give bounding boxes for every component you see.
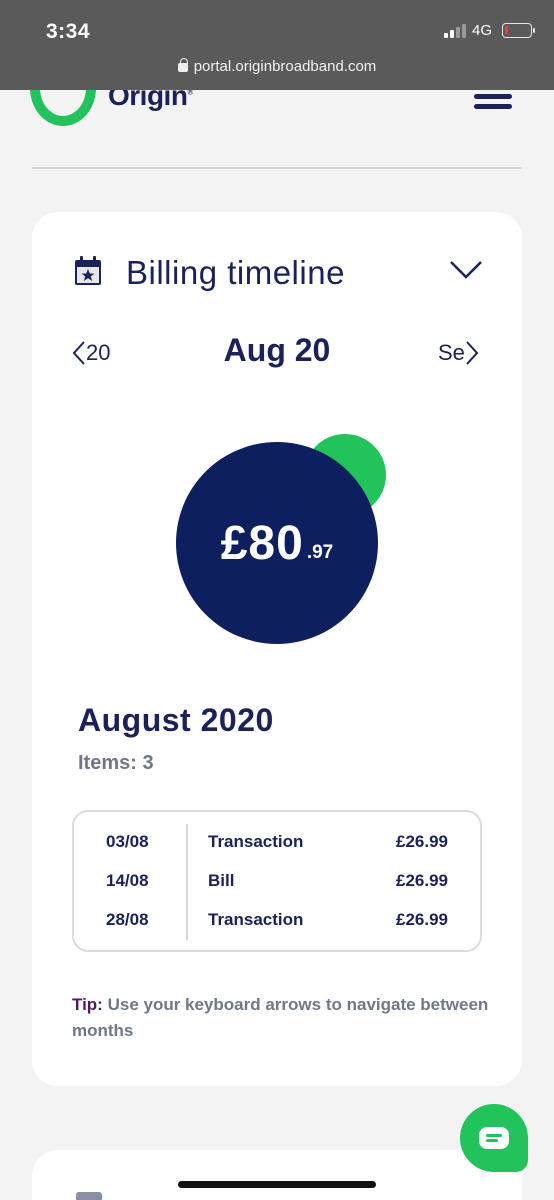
- next-month-label: Se: [438, 340, 465, 365]
- status-indicators: 4G: [443, 22, 535, 39]
- table-row[interactable]: 14/08 Bill £26.99: [74, 871, 480, 901]
- table-row[interactable]: 28/08 Transaction £26.99: [74, 910, 480, 940]
- address-bar[interactable]: portal.originbroadband.com: [0, 58, 554, 75]
- menu-icon-bar: [474, 94, 512, 99]
- tx-type: Bill: [208, 871, 235, 890]
- tx-amount: £26.99: [396, 832, 448, 851]
- tip-text: Use your keyboard arrows to navigate bet…: [72, 995, 489, 1040]
- tx-type: Transaction: [208, 910, 304, 929]
- amount-pounds: £80: [220, 516, 304, 570]
- tx-amount: £26.99: [396, 871, 448, 890]
- document-icon: [76, 1192, 102, 1200]
- next-month-button[interactable]: Se: [438, 340, 479, 366]
- signal-icon: [443, 23, 466, 38]
- table-row[interactable]: 03/08 Transaction £26.99: [74, 832, 480, 862]
- next-card: [32, 1150, 522, 1200]
- lock-icon: [177, 58, 188, 72]
- navigation-tip: Tip: Use your keyboard arrows to navigat…: [72, 992, 492, 1044]
- chat-button[interactable]: [460, 1104, 528, 1172]
- tx-date: 03/08: [106, 832, 149, 851]
- network-type: 4G: [471, 22, 492, 39]
- battery-icon: [502, 23, 535, 38]
- tx-type: Transaction: [208, 832, 304, 851]
- tx-date: 28/08: [106, 910, 149, 929]
- header-divider: [32, 167, 522, 169]
- calendar-star-icon: [75, 256, 101, 285]
- chat-icon: [479, 1127, 509, 1149]
- tip-label: Tip:: [72, 995, 103, 1014]
- chevron-down-icon[interactable]: [448, 258, 484, 282]
- url-text: portal.originbroadband.com: [193, 58, 377, 75]
- card-title: Billing timeline: [126, 254, 345, 291]
- items-count: Items: 3: [78, 752, 154, 774]
- menu-icon-bar: [474, 104, 512, 109]
- month-heading: August 2020: [78, 702, 274, 738]
- status-time: 3:34: [46, 20, 91, 43]
- total-amount-circle: £80 .97: [176, 442, 378, 644]
- tx-amount: £26.99: [396, 910, 448, 929]
- amount-pence: .97: [306, 542, 334, 563]
- transactions-table: 03/08 Transaction £26.99 14/08 Bill £26.…: [72, 810, 482, 952]
- status-bar: 3:34 4G portal.originbroadband.com: [0, 0, 554, 90]
- tx-date: 14/08: [106, 871, 149, 890]
- home-indicator[interactable]: [178, 1181, 376, 1188]
- chevron-right-icon: [466, 341, 479, 365]
- menu-button[interactable]: [474, 94, 512, 118]
- billing-timeline-card: Billing timeline 20 Aug 20 Se £80 .97 Au…: [32, 212, 522, 1086]
